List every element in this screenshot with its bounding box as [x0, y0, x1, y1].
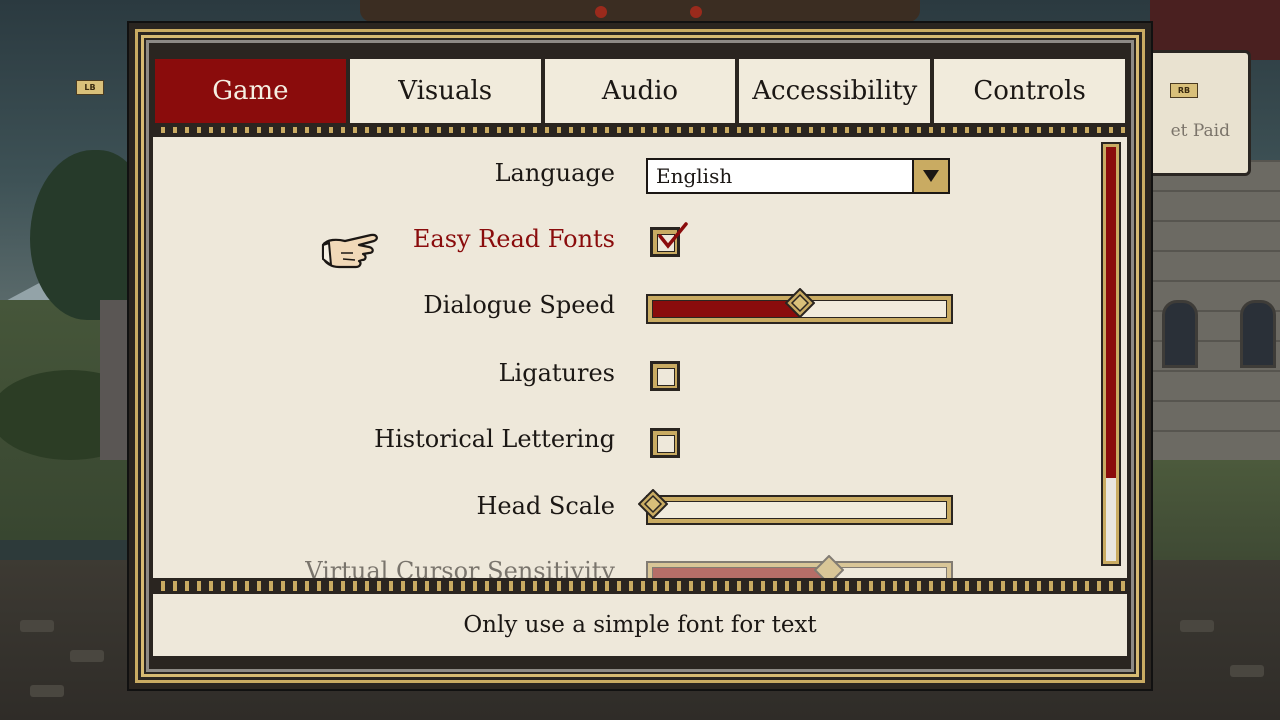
easy-read-fonts-checkbox[interactable]	[650, 222, 688, 257]
dialogue-speed-label: Dialogue Speed	[423, 291, 615, 319]
virtual-cursor-sensitivity-slider[interactable]	[646, 555, 953, 578]
dialogue-speed-slider[interactable]	[646, 288, 953, 324]
tabs-divider	[153, 125, 1127, 135]
description-divider	[153, 578, 1127, 594]
slider-thumb-icon[interactable]	[784, 288, 815, 318]
scrollbar-thumb[interactable]	[1106, 147, 1116, 479]
settings-tabs: Game Visuals Audio Accessibility Control…	[153, 57, 1127, 125]
left-bumper-button-hint[interactable]: LB	[76, 80, 104, 95]
background-card-text: et Paid	[1170, 121, 1230, 141]
head-scale-label: Head Scale	[476, 492, 615, 520]
settings-scrollbar[interactable]	[1101, 142, 1121, 566]
slider-thumb-icon[interactable]	[813, 555, 844, 578]
ligatures-checkbox[interactable]	[650, 361, 680, 391]
historical-lettering-checkbox[interactable]	[650, 428, 680, 458]
slider-thumb-icon[interactable]	[638, 489, 668, 519]
setting-description: Only use a simple font for text	[153, 594, 1127, 656]
language-value: English	[656, 164, 733, 188]
virtual-cursor-sensitivity-label: Virtual Cursor Sensitivity	[305, 557, 615, 578]
tab-game[interactable]: Game	[153, 57, 348, 125]
virtual-cursor-sensitivity-fill	[653, 568, 829, 578]
language-dropdown[interactable]: English	[646, 158, 950, 194]
easy-read-fonts-label: Easy Read Fonts	[412, 225, 615, 253]
tab-accessibility[interactable]: Accessibility	[737, 57, 933, 125]
dialogue-speed-fill	[653, 301, 800, 317]
ligatures-label: Ligatures	[498, 359, 615, 387]
right-bumper-button-hint[interactable]: RB	[1170, 83, 1198, 98]
tab-audio[interactable]: Audio	[542, 57, 738, 125]
language-label: Language	[494, 159, 615, 187]
chevron-down-icon	[912, 160, 948, 192]
tab-visuals[interactable]: Visuals	[347, 57, 543, 125]
head-scale-slider[interactable]	[638, 489, 953, 525]
settings-panel: Language English Easy Read Fonts Dialogu…	[153, 137, 1127, 578]
pointing-hand-icon	[321, 233, 378, 269]
checkmark-icon	[658, 222, 688, 249]
historical-lettering-label: Historical Lettering	[374, 425, 615, 453]
background-card: et Paid	[1150, 50, 1251, 176]
tab-controls[interactable]: Controls	[932, 57, 1127, 125]
